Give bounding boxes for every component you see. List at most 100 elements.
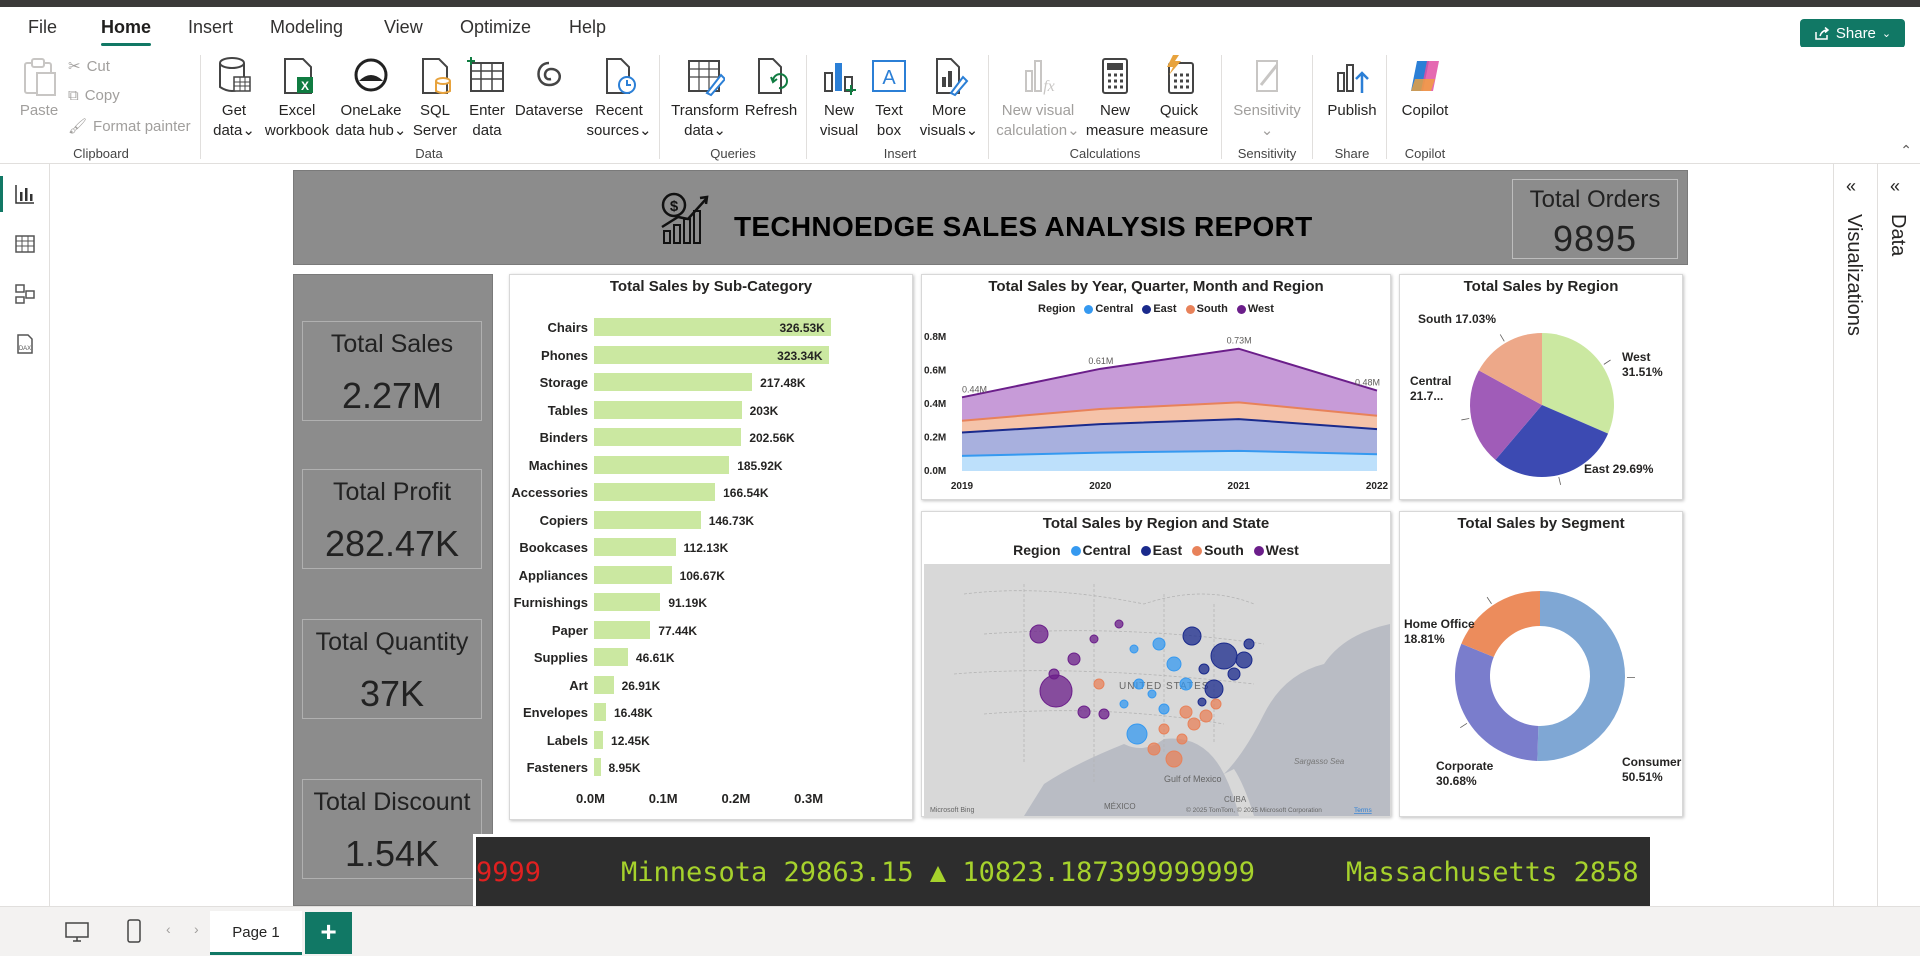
map-bubble[interactable]: [1147, 742, 1161, 756]
kpi-total-quantity[interactable]: Total Quantity 37K: [302, 619, 482, 719]
bar-row[interactable]: Binders 202.56K: [510, 427, 914, 447]
map-bubble[interactable]: [1176, 733, 1188, 745]
expand-data-icon[interactable]: «: [1890, 176, 1900, 197]
map-terms-link[interactable]: Terms: [1354, 807, 1372, 814]
bar-row[interactable]: Labels 12.45K: [510, 730, 914, 750]
new-visual-calculation-button[interactable]: fx New visual calculation⌄: [996, 55, 1080, 141]
kpi-total-profit[interactable]: Total Profit 282.47K: [302, 469, 482, 569]
map-bubble[interactable]: [1093, 678, 1105, 690]
sales-by-region-chart[interactable]: Total Sales by Region West 31.51% East 29.…: [1399, 274, 1683, 500]
transform-data-button[interactable]: Transform data⌄: [670, 55, 740, 141]
kpi-total-sales[interactable]: Total Sales 2.27M: [302, 321, 482, 421]
map-bubble[interactable]: [1179, 677, 1193, 691]
map-bubble[interactable]: [1126, 723, 1148, 745]
bar[interactable]: [594, 455, 730, 474]
bar[interactable]: [594, 648, 628, 666]
bar[interactable]: [594, 483, 716, 501]
bar-row[interactable]: Copiers 146.73K: [510, 510, 914, 530]
total-orders-card[interactable]: Total Orders 9895: [1512, 179, 1678, 259]
bar[interactable]: [594, 510, 701, 529]
map-bubble[interactable]: [1179, 705, 1193, 719]
page-tab[interactable]: Page 1: [210, 911, 302, 955]
bar-row[interactable]: Phones 323.34K: [510, 345, 914, 365]
state-sales-ticker[interactable]: 9999 Minnesota 29863.15 ▲ 10823.18739999…: [473, 834, 1653, 910]
add-page-button[interactable]: +: [305, 912, 352, 954]
paste-button[interactable]: Paste: [14, 55, 64, 121]
desktop-layout-icon[interactable]: [64, 921, 90, 943]
map-bubble[interactable]: [1067, 652, 1081, 666]
cut-button[interactable]: ✂ Cut: [68, 57, 110, 76]
bar-row[interactable]: Machines 185.92K: [510, 455, 914, 475]
map-bubble[interactable]: [1243, 638, 1255, 650]
map-bubble[interactable]: [1133, 678, 1145, 690]
sales-by-region-state-map[interactable]: Total Sales by Region and State Region C…: [921, 511, 1391, 817]
report-view-icon[interactable]: [13, 182, 37, 206]
dataverse-button[interactable]: Dataverse: [510, 55, 588, 121]
sensitivity-button[interactable]: Sensitivity ⌄: [1226, 55, 1308, 141]
bar[interactable]: [594, 538, 676, 556]
bar[interactable]: [594, 730, 604, 749]
map-bubble[interactable]: [1165, 750, 1183, 768]
table-view-icon[interactable]: [13, 232, 37, 256]
bar[interactable]: [594, 703, 606, 721]
get-data-button[interactable]: Get data⌄: [208, 55, 260, 141]
bar-row[interactable]: Bookcases 112.13K: [510, 537, 914, 557]
map-bubble[interactable]: [1198, 663, 1210, 675]
expand-visualizations-icon[interactable]: «: [1846, 176, 1856, 197]
map-bubble[interactable]: [1048, 668, 1060, 680]
map-bubble[interactable]: [1158, 703, 1170, 715]
map-bubble[interactable]: [1114, 619, 1124, 629]
map-bubble[interactable]: [1089, 634, 1099, 644]
bar-row[interactable]: Envelopes 16.48K: [510, 702, 914, 722]
share-button[interactable]: Share ⌄: [1800, 19, 1905, 48]
map-canvas[interactable]: UNITED STATES Gulf of Mexico MÉXICO CUBA…: [924, 564, 1390, 816]
bar-row[interactable]: Paper 77.44K: [510, 620, 914, 640]
map-bubble[interactable]: [1029, 624, 1049, 644]
tab-optimize[interactable]: Optimize: [460, 17, 531, 38]
map-bubble[interactable]: [1210, 642, 1238, 670]
sales-by-segment-chart[interactable]: Total Sales by Segment Consumer 50.51% Cor…: [1399, 511, 1683, 817]
recent-sources-button[interactable]: Recent sources⌄: [584, 55, 654, 141]
collapse-ribbon-icon[interactable]: ⌃: [1900, 142, 1912, 159]
map-bubble[interactable]: [1204, 679, 1224, 699]
more-visuals-button[interactable]: More visuals⌄: [914, 55, 984, 141]
bar-row[interactable]: Chairs 326.53K: [510, 317, 914, 337]
tab-help[interactable]: Help: [569, 17, 606, 38]
dax-query-view-icon[interactable]: DAX: [13, 332, 37, 356]
bar[interactable]: [594, 593, 661, 611]
map-bubble[interactable]: [1187, 717, 1201, 731]
bar[interactable]: [594, 373, 753, 391]
bar-row[interactable]: Supplies 46.61K: [510, 647, 914, 667]
map-bubble[interactable]: [1182, 626, 1202, 646]
copilot-button[interactable]: Copilot: [1392, 55, 1458, 121]
tab-file[interactable]: File: [28, 17, 57, 38]
bar-row[interactable]: Accessories 166.54K: [510, 482, 914, 502]
bar-row[interactable]: Fasteners 8.95K: [510, 757, 914, 777]
publish-button[interactable]: Publish: [1320, 55, 1384, 121]
map-bubble[interactable]: [1147, 689, 1157, 699]
enter-data-button[interactable]: Enter data: [462, 55, 512, 141]
map-bubble[interactable]: [1166, 656, 1182, 672]
map-bubble[interactable]: [1197, 697, 1207, 707]
data-pane[interactable]: « Data: [1877, 164, 1919, 906]
bar-row[interactable]: Furnishings 91.19K: [510, 592, 914, 612]
legend-item[interactable]: Central: [1083, 542, 1131, 558]
kpi-total-discount[interactable]: Total Discount 1.54K: [302, 779, 482, 879]
legend-item[interactable]: South: [1197, 303, 1228, 315]
sql-server-button[interactable]: SQL Server: [410, 55, 460, 141]
map-bubble[interactable]: [1077, 705, 1091, 719]
copy-button[interactable]: ⧉ Copy: [68, 87, 120, 104]
map-bubble[interactable]: [1199, 709, 1213, 723]
bar[interactable]: [594, 620, 651, 639]
tab-view[interactable]: View: [384, 17, 423, 38]
excel-workbook-button[interactable]: X Excel workbook: [262, 55, 332, 141]
sales-by-subcategory-chart[interactable]: Total Sales by Sub-Category Chairs 326.53…: [509, 274, 913, 820]
model-view-icon[interactable]: [13, 282, 37, 306]
bar-row[interactable]: Storage 217.48K: [510, 372, 914, 392]
legend-item[interactable]: West: [1266, 542, 1299, 558]
mobile-layout-icon[interactable]: [126, 919, 142, 943]
visualizations-pane[interactable]: « Visualizations: [1833, 164, 1875, 906]
bar[interactable]: [594, 565, 672, 584]
bar[interactable]: [594, 428, 742, 446]
onelake-data-hub-button[interactable]: OneLake data hub⌄: [334, 55, 408, 141]
